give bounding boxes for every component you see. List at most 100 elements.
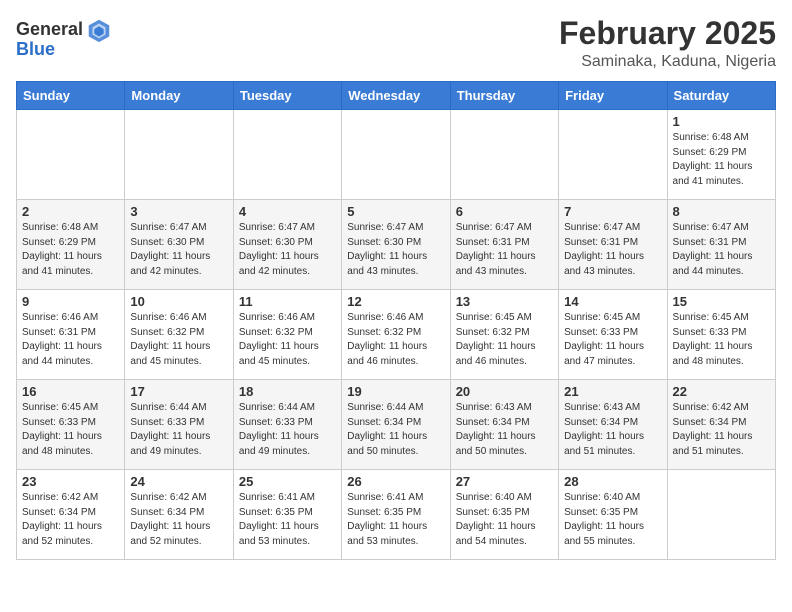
calendar-cell <box>17 110 125 200</box>
day-number: 11 <box>239 294 336 309</box>
column-header-saturday: Saturday <box>667 82 775 110</box>
day-number: 16 <box>22 384 119 399</box>
calendar-cell: 10 Sunrise: 6:46 AM Sunset: 6:32 PM Dayli… <box>125 290 233 380</box>
day-number: 27 <box>456 474 553 489</box>
calendar-cell: 13Sunrise: 6:45 AM Sunset: 6:32 PM Dayli… <box>450 290 558 380</box>
calendar-cell: 5Sunrise: 6:47 AM Sunset: 6:30 PM Daylig… <box>342 200 450 290</box>
column-header-monday: Monday <box>125 82 233 110</box>
day-number: 6 <box>456 204 553 219</box>
month-title: February 2025 <box>559 16 776 51</box>
column-header-sunday: Sunday <box>17 82 125 110</box>
calendar-cell: 25Sunrise: 6:41 AM Sunset: 6:35 PM Dayli… <box>233 470 341 560</box>
day-number: 5 <box>347 204 444 219</box>
day-info: Sunrise: 6:47 AM Sunset: 6:31 PM Dayligh… <box>564 221 661 279</box>
calendar-cell: 11 Sunrise: 6:46 AM Sunset: 6:32 PM Dayli… <box>233 290 341 380</box>
day-info: Sunrise: 6:41 AM Sunset: 6:35 PM Dayligh… <box>347 491 444 549</box>
day-info: Sunrise: 6:42 AM Sunset: 6:34 PM Dayligh… <box>22 491 119 549</box>
calendar-cell: 20 Sunrise: 6:43 AM Sunset: 6:34 PM Dayli… <box>450 380 558 470</box>
day-info: Sunrise: 6:47 AM Sunset: 6:31 PM Dayligh… <box>456 221 553 279</box>
day-info: Sunrise: 6:45 AM Sunset: 6:33 PM Dayligh… <box>673 311 770 369</box>
day-info: Sunrise: 6:42 AM Sunset: 6:34 PM Dayligh… <box>130 491 227 549</box>
calendar-cell <box>233 110 341 200</box>
day-info: Sunrise: 6:40 AM Sunset: 6:35 PM Dayligh… <box>564 491 661 549</box>
day-number: 18 <box>239 384 336 399</box>
day-info: Sunrise: 6:44 AM Sunset: 6:33 PM Dayligh… <box>239 401 336 459</box>
day-number: 20 <box>456 384 553 399</box>
calendar-cell <box>450 110 558 200</box>
calendar-cell: 4 Sunrise: 6:47 AM Sunset: 6:30 PM Daylig… <box>233 200 341 290</box>
day-number: 22 <box>673 384 770 399</box>
logo: General Blue <box>16 16 113 60</box>
day-number: 25 <box>239 474 336 489</box>
day-info: Sunrise: 6:44 AM Sunset: 6:33 PM Dayligh… <box>130 401 227 459</box>
calendar-cell: 17 Sunrise: 6:44 AM Sunset: 6:33 PM Dayli… <box>125 380 233 470</box>
day-info: Sunrise: 6:46 AM Sunset: 6:32 PM Dayligh… <box>239 311 336 369</box>
calendar-cell: 16Sunrise: 6:45 AM Sunset: 6:33 PM Dayli… <box>17 380 125 470</box>
calendar-week-row: 1 Sunrise: 6:48 AM Sunset: 6:29 PM Daylig… <box>17 110 776 200</box>
day-info: Sunrise: 6:46 AM Sunset: 6:32 PM Dayligh… <box>347 311 444 369</box>
day-number: 9 <box>22 294 119 309</box>
calendar-cell: 2 Sunrise: 6:48 AM Sunset: 6:29 PM Daylig… <box>17 200 125 290</box>
calendar-week-row: 2 Sunrise: 6:48 AM Sunset: 6:29 PM Daylig… <box>17 200 776 290</box>
calendar-cell <box>667 470 775 560</box>
day-number: 8 <box>673 204 770 219</box>
day-number: 24 <box>130 474 227 489</box>
day-info: Sunrise: 6:47 AM Sunset: 6:30 PM Dayligh… <box>130 221 227 279</box>
calendar-week-row: 16Sunrise: 6:45 AM Sunset: 6:33 PM Dayli… <box>17 380 776 470</box>
calendar-week-row: 23Sunrise: 6:42 AM Sunset: 6:34 PM Dayli… <box>17 470 776 560</box>
calendar-cell: 7 Sunrise: 6:47 AM Sunset: 6:31 PM Daylig… <box>559 200 667 290</box>
calendar-table: SundayMondayTuesdayWednesdayThursdayFrid… <box>16 81 776 560</box>
calendar-week-row: 9 Sunrise: 6:46 AM Sunset: 6:31 PM Daylig… <box>17 290 776 380</box>
calendar-cell <box>125 110 233 200</box>
day-info: Sunrise: 6:43 AM Sunset: 6:34 PM Dayligh… <box>564 401 661 459</box>
day-number: 19 <box>347 384 444 399</box>
calendar-cell: 23Sunrise: 6:42 AM Sunset: 6:34 PM Dayli… <box>17 470 125 560</box>
day-info: Sunrise: 6:45 AM Sunset: 6:32 PM Dayligh… <box>456 311 553 369</box>
calendar-cell: 26 Sunrise: 6:41 AM Sunset: 6:35 PM Dayli… <box>342 470 450 560</box>
calendar-cell <box>559 110 667 200</box>
calendar-cell: 28 Sunrise: 6:40 AM Sunset: 6:35 PM Dayli… <box>559 470 667 560</box>
calendar-cell: 6 Sunrise: 6:47 AM Sunset: 6:31 PM Daylig… <box>450 200 558 290</box>
day-info: Sunrise: 6:47 AM Sunset: 6:30 PM Dayligh… <box>239 221 336 279</box>
calendar-cell: 22Sunrise: 6:42 AM Sunset: 6:34 PM Dayli… <box>667 380 775 470</box>
calendar-cell: 18 Sunrise: 6:44 AM Sunset: 6:33 PM Dayli… <box>233 380 341 470</box>
header: General Blue February 2025 Saminaka, Kad… <box>16 16 776 71</box>
day-info: Sunrise: 6:43 AM Sunset: 6:34 PM Dayligh… <box>456 401 553 459</box>
column-header-wednesday: Wednesday <box>342 82 450 110</box>
calendar-cell: 19 Sunrise: 6:44 AM Sunset: 6:34 PM Dayli… <box>342 380 450 470</box>
day-number: 10 <box>130 294 227 309</box>
calendar-header-row: SundayMondayTuesdayWednesdayThursdayFrid… <box>17 82 776 110</box>
day-number: 4 <box>239 204 336 219</box>
day-info: Sunrise: 6:48 AM Sunset: 6:29 PM Dayligh… <box>22 221 119 279</box>
calendar-cell: 24 Sunrise: 6:42 AM Sunset: 6:34 PM Dayli… <box>125 470 233 560</box>
title-area: February 2025 Saminaka, Kaduna, Nigeria <box>559 16 776 71</box>
calendar-cell: 9 Sunrise: 6:46 AM Sunset: 6:31 PM Daylig… <box>17 290 125 380</box>
day-number: 28 <box>564 474 661 489</box>
day-info: Sunrise: 6:46 AM Sunset: 6:31 PM Dayligh… <box>22 311 119 369</box>
day-info: Sunrise: 6:45 AM Sunset: 6:33 PM Dayligh… <box>564 311 661 369</box>
day-info: Sunrise: 6:48 AM Sunset: 6:29 PM Dayligh… <box>673 131 770 189</box>
day-number: 7 <box>564 204 661 219</box>
day-number: 21 <box>564 384 661 399</box>
day-number: 2 <box>22 204 119 219</box>
day-number: 17 <box>130 384 227 399</box>
day-info: Sunrise: 6:46 AM Sunset: 6:32 PM Dayligh… <box>130 311 227 369</box>
calendar-cell: 21 Sunrise: 6:43 AM Sunset: 6:34 PM Dayli… <box>559 380 667 470</box>
column-header-friday: Friday <box>559 82 667 110</box>
calendar-cell <box>342 110 450 200</box>
day-number: 3 <box>130 204 227 219</box>
calendar-cell: 15 Sunrise: 6:45 AM Sunset: 6:33 PM Dayli… <box>667 290 775 380</box>
day-number: 26 <box>347 474 444 489</box>
day-number: 15 <box>673 294 770 309</box>
calendar-cell: 3 Sunrise: 6:47 AM Sunset: 6:30 PM Daylig… <box>125 200 233 290</box>
day-info: Sunrise: 6:44 AM Sunset: 6:34 PM Dayligh… <box>347 401 444 459</box>
day-number: 1 <box>673 114 770 129</box>
calendar-cell: 14Sunrise: 6:45 AM Sunset: 6:33 PM Dayli… <box>559 290 667 380</box>
calendar-cell: 12 Sunrise: 6:46 AM Sunset: 6:32 PM Dayli… <box>342 290 450 380</box>
column-header-thursday: Thursday <box>450 82 558 110</box>
calendar-cell: 27Sunrise: 6:40 AM Sunset: 6:35 PM Dayli… <box>450 470 558 560</box>
day-info: Sunrise: 6:47 AM Sunset: 6:31 PM Dayligh… <box>673 221 770 279</box>
logo-general-text: General <box>16 20 83 40</box>
day-number: 12 <box>347 294 444 309</box>
calendar-cell: 8 Sunrise: 6:47 AM Sunset: 6:31 PM Daylig… <box>667 200 775 290</box>
